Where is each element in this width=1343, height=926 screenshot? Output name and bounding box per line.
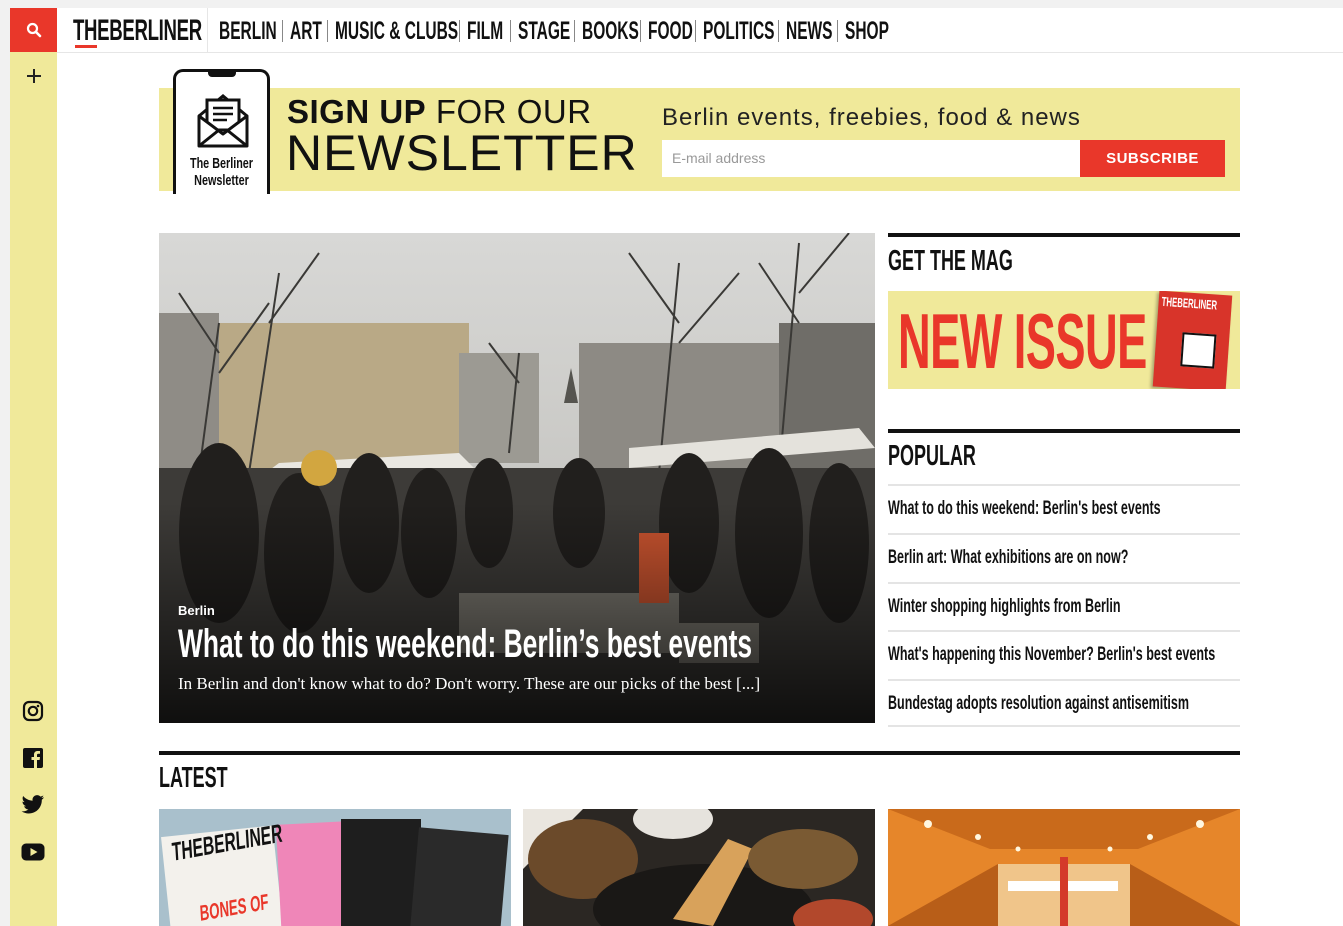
newsletter-tagline: Berlin events, freebies, food & news <box>662 104 1081 131</box>
latest-card-ubahn[interactable] <box>888 809 1240 926</box>
popular-item[interactable]: Bundestag adopts resolution against anti… <box>888 679 1240 727</box>
phone-notch <box>208 72 236 77</box>
nav-item-food[interactable]: FOOD <box>648 17 693 45</box>
plus-icon <box>26 68 41 83</box>
hero-category[interactable]: Berlin <box>178 603 215 618</box>
nav-item-art[interactable]: ART <box>290 17 322 45</box>
newsletter-title-big: NEWSLETTER <box>286 125 638 181</box>
youtube-icon <box>21 843 45 861</box>
nav-separator <box>695 20 696 42</box>
twitter-link[interactable] <box>21 793 45 817</box>
site-logo[interactable]: THEBERLINER <box>73 16 202 46</box>
nav-separator <box>459 20 460 42</box>
magazine-cover: THEBERLINER <box>1152 291 1233 389</box>
popular-item[interactable]: What to do this weekend: Berlin's best e… <box>888 484 1240 532</box>
search-button[interactable] <box>10 8 57 52</box>
latest-heading: LATEST <box>159 762 228 794</box>
window-frame-left <box>0 0 10 926</box>
nav-item-music-clubs[interactable]: MUSIC & CLUBS <box>335 17 458 45</box>
nav-separator <box>510 20 511 42</box>
popular-heading: POPULAR <box>888 440 976 472</box>
window-frame-top <box>0 0 1343 8</box>
newsletter-badge-line2: Newsletter <box>194 172 249 189</box>
top-navigation-bar: THEBERLINER BERLIN ART MUSIC & CLUBS FIL… <box>57 8 1343 53</box>
nav-item-news[interactable]: NEWS <box>786 17 833 45</box>
youtube-link[interactable] <box>21 840 45 864</box>
popular-item-title: What's happening this November? Berlin's… <box>888 644 1216 665</box>
mag-section-rule <box>888 233 1240 237</box>
popular-section-rule <box>888 429 1240 433</box>
facebook-icon <box>23 748 43 768</box>
email-input[interactable]: E-mail address <box>662 140 1080 177</box>
instagram-link[interactable] <box>21 699 45 723</box>
popular-item[interactable]: What's happening this November? Berlin's… <box>888 630 1240 678</box>
ubahn-photo <box>888 809 1240 926</box>
nav-item-stage[interactable]: STAGE <box>518 17 570 45</box>
nav-separator <box>327 20 328 42</box>
nav-item-politics[interactable]: POLITICS <box>703 17 774 45</box>
nav-separator <box>640 20 641 42</box>
nav-item-berlin[interactable]: BERLIN <box>219 17 277 45</box>
latest-card-magazines[interactable]: THEBERLINER BONES OF <box>159 809 511 926</box>
facebook-link[interactable] <box>21 746 45 770</box>
twitter-icon <box>21 795 44 814</box>
nav-separator <box>282 20 283 42</box>
popular-item[interactable]: Berlin art: What exhibitions are on now? <box>888 533 1240 581</box>
hero-excerpt: In Berlin and don't know what to do? Don… <box>178 674 761 693</box>
mag-heading: GET THE MAG <box>888 245 1013 277</box>
newsletter-phone-graphic: The Berliner Newsletter <box>173 69 270 194</box>
nav-item-books[interactable]: BOOKS <box>582 17 639 45</box>
magazine-cover-4 <box>409 827 509 926</box>
food-photo <box>523 809 875 926</box>
instagram-icon <box>22 700 44 722</box>
nav-separator <box>778 20 779 42</box>
left-sidebar <box>10 8 57 926</box>
nav-separator <box>574 20 575 42</box>
new-issue-banner[interactable]: NEW ISSUE THEBERLINER <box>888 291 1240 389</box>
nav-item-film[interactable]: FILM <box>467 17 503 45</box>
logo-divider <box>207 8 208 52</box>
popular-item[interactable]: Winter shopping highlights from Berlin <box>888 582 1240 630</box>
envelope-icon <box>197 94 249 148</box>
search-icon <box>26 22 41 38</box>
hero-title[interactable]: What to do this weekend: Berlin’s best e… <box>178 621 752 667</box>
popular-item-title: Berlin art: What exhibitions are on now? <box>888 547 1129 568</box>
cover-graphic <box>1180 332 1217 369</box>
latest-section-rule <box>159 751 1240 755</box>
add-button[interactable] <box>20 62 47 89</box>
new-issue-text: NEW ISSUE <box>898 297 1147 385</box>
logo-underline <box>75 45 97 48</box>
subscribe-button[interactable]: SUBSCRIBE <box>1080 140 1225 177</box>
popular-item-title: What to do this weekend: Berlin's best e… <box>888 498 1161 519</box>
magazine-cover-3 <box>341 819 421 926</box>
nav-item-shop[interactable]: SHOP <box>845 17 889 45</box>
main-nav: BERLIN ART MUSIC & CLUBS FILM STAGE BOOK… <box>219 17 889 45</box>
latest-card-food[interactable] <box>523 809 875 926</box>
nav-separator <box>837 20 838 42</box>
cover-logo: THEBERLINER <box>1161 293 1218 313</box>
popular-item-title: Bundestag adopts resolution against anti… <box>888 693 1190 714</box>
popular-item-title: Winter shopping highlights from Berlin <box>888 596 1121 617</box>
newsletter-badge-line1: The Berliner <box>189 155 254 172</box>
